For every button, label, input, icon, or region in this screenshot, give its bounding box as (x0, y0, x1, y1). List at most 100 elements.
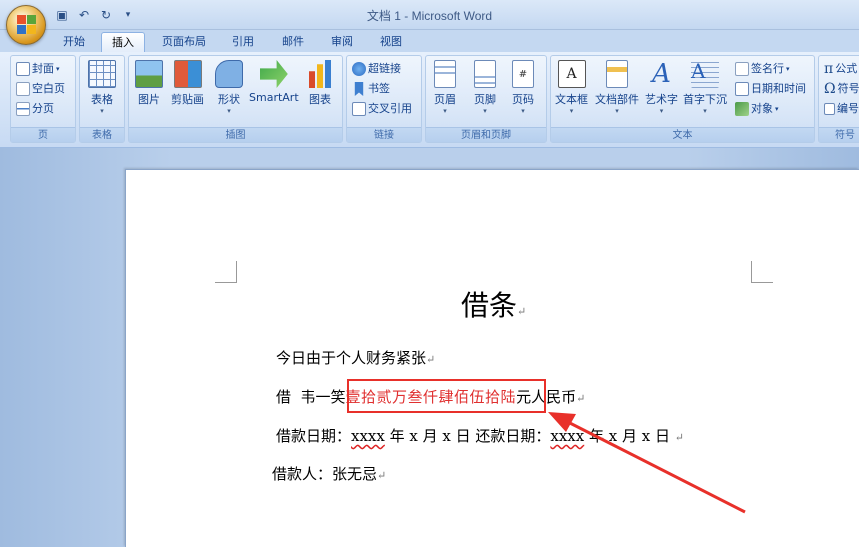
group-pages: 封面 ▾ 空白页 分页 页 (10, 55, 76, 143)
doc-line-1[interactable]: 今日由于个人财务紧张↵ (276, 347, 435, 368)
table-icon (88, 60, 116, 88)
tab-page-layout[interactable]: 页面布局 (155, 32, 213, 52)
page-break-icon (16, 102, 30, 116)
tab-insert[interactable]: 插入 (101, 32, 145, 52)
bookmark-icon (354, 82, 364, 96)
tab-review[interactable]: 审阅 (323, 32, 361, 52)
highlight-box (347, 379, 546, 413)
page-number-button[interactable]: # 页码 ▾ (512, 60, 534, 115)
page-number-dropdown-icon: ▾ (521, 107, 525, 115)
hyperlink-label: 超链接 (368, 62, 401, 75)
picture-label: 图片 (138, 93, 160, 106)
wordart-button[interactable]: A 艺术字 ▾ (645, 60, 678, 115)
signature-line-button[interactable]: 签名行 ▾ (735, 60, 790, 78)
text-box-label: 文本框 (555, 93, 588, 106)
bookmark-button[interactable]: 书签 (352, 80, 390, 98)
numbering-button[interactable]: 编号 (824, 100, 859, 118)
page-number-icon: # (512, 60, 534, 88)
picture-button[interactable]: 图片 (135, 60, 163, 107)
hyperlink-button[interactable]: 超链接 (352, 60, 401, 78)
title-bar: ▣ ↶ ↻ ▾ 文档 1 - Microsoft Word (0, 0, 859, 30)
date-time-label: 日期和时间 (751, 82, 806, 95)
group-label-table: 表格 (80, 127, 124, 142)
blank-page-label: 空白页 (32, 82, 65, 95)
quick-parts-button[interactable]: 文档部件 ▾ (595, 60, 639, 115)
office-logo-icon (17, 15, 37, 35)
doc-line-3[interactable]: 借款日期：xxxx 年 x 月 x 日 还款日期：xxxx 年 x 月 x 日 … (276, 425, 684, 446)
chart-button[interactable]: 图表 (306, 60, 334, 107)
cross-reference-button[interactable]: 交叉引用 (352, 100, 412, 118)
quick-parts-dropdown-icon: ▾ (615, 107, 619, 115)
cover-page-icon (16, 62, 30, 76)
equation-button[interactable]: π 公式 (824, 60, 857, 78)
group-symbols: π 公式 Ω 符号 编号 符号 (818, 55, 859, 143)
blank-page-button[interactable]: 空白页 (16, 80, 65, 98)
quick-parts-label: 文档部件 (595, 93, 639, 106)
clipart-icon (173, 60, 202, 88)
smartart-icon (259, 60, 288, 88)
borrower-text: 借款人：张无忌 (272, 465, 378, 483)
ribbon: 封面 ▾ 空白页 分页 页 表格 ▾ 表格 图片 剪贴画 形状 ▾ SmartA… (0, 52, 859, 148)
table-label: 表格 (91, 93, 113, 106)
omega-icon: Ω (824, 81, 836, 97)
symbol-button[interactable]: Ω 符号 (824, 80, 859, 98)
repay-date-year: xxxx (550, 427, 585, 445)
header-icon (434, 60, 456, 88)
group-illustrations: 图片 剪贴画 形状 ▾ SmartArt 图表 插图 (128, 55, 343, 143)
office-button[interactable] (6, 5, 46, 45)
tab-references[interactable]: 引用 (224, 32, 262, 52)
cover-page-button[interactable]: 封面 ▾ (16, 60, 60, 78)
paragraph-mark: ↵ (517, 305, 527, 318)
page-break-button[interactable]: 分页 (16, 100, 54, 118)
text-box-icon: A (557, 60, 586, 88)
doc-line-4[interactable]: 借款人：张无忌↵ (272, 463, 386, 484)
document-title[interactable]: 借条↵ (461, 284, 526, 324)
hyperlink-icon (352, 62, 366, 76)
text-box-dropdown-icon: ▾ (569, 107, 574, 115)
cover-page-label: 封面 (32, 62, 54, 75)
tab-view[interactable]: 视图 (372, 32, 410, 52)
group-links: 超链接 书签 交叉引用 链接 (346, 55, 422, 143)
shapes-button[interactable]: 形状 ▾ (215, 60, 243, 115)
date-time-button[interactable]: 日期和时间 (735, 80, 806, 98)
object-label: 对象 (751, 102, 773, 115)
document-title-text: 借条 (461, 289, 518, 322)
numbering-label: 编号 (837, 102, 859, 115)
table-dropdown-icon: ▾ (100, 107, 104, 115)
header-dropdown-icon: ▾ (443, 107, 447, 115)
group-label-links: 链接 (347, 127, 421, 142)
drop-cap-dropdown-icon: ▾ (703, 107, 707, 115)
page-break-label: 分页 (32, 102, 54, 115)
crop-mark-top-left (215, 261, 237, 283)
quick-parts-icon (606, 60, 628, 88)
blank-page-icon (16, 82, 30, 96)
shapes-label: 形状 (218, 93, 240, 106)
clipart-button[interactable]: 剪贴画 (171, 60, 204, 107)
group-label-symbols: 符号 (819, 127, 859, 142)
pi-icon: π (824, 61, 834, 77)
signature-line-icon (735, 62, 749, 76)
line-1-text: 今日由于个人财务紧张 (276, 349, 427, 367)
drop-cap-button[interactable]: A 首字下沉 ▾ (683, 60, 727, 115)
tab-mailings[interactable]: 邮件 (274, 32, 312, 52)
drop-cap-label: 首字下沉 (683, 93, 727, 106)
smartart-button[interactable]: SmartArt (249, 60, 299, 104)
clipart-label: 剪贴画 (171, 93, 204, 106)
document-page[interactable] (125, 169, 859, 547)
tab-home[interactable]: 开始 (56, 32, 92, 52)
group-label-header-footer: 页眉和页脚 (426, 127, 546, 142)
header-button[interactable]: 页眉 ▾ (434, 60, 456, 115)
smartart-label: SmartArt (249, 91, 299, 104)
table-button[interactable]: 表格 ▾ (88, 60, 116, 115)
paragraph-mark: ↵ (576, 392, 586, 405)
footer-button[interactable]: 页脚 ▾ (474, 60, 496, 115)
line-2-prefix: 借 韦一笑 (276, 388, 346, 406)
signature-line-label: 签名行 (751, 62, 784, 75)
text-box-button[interactable]: A 文本框 ▾ (555, 60, 588, 115)
footer-icon (474, 60, 496, 88)
numbering-icon (824, 103, 835, 115)
loan-date-label: 借款日期： (276, 427, 352, 445)
paragraph-mark: ↵ (377, 469, 387, 482)
group-label-illustrations: 插图 (129, 127, 342, 142)
object-button[interactable]: 对象 ▾ (735, 100, 779, 118)
